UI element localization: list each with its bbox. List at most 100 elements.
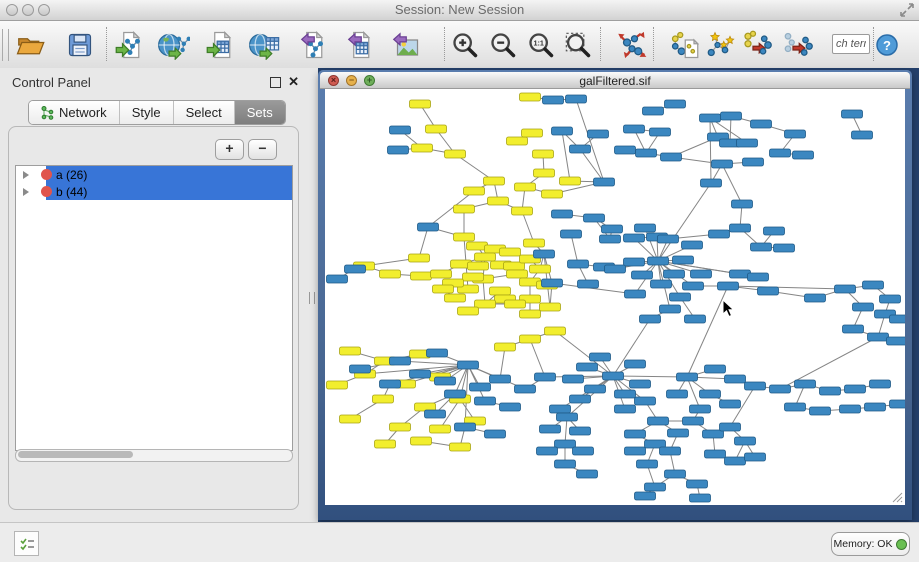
network-node[interactable] xyxy=(463,273,484,281)
network-node[interactable] xyxy=(533,150,554,158)
network-node[interactable] xyxy=(543,96,564,104)
network-node[interactable] xyxy=(445,294,466,302)
network-node[interactable] xyxy=(411,272,432,280)
network-node[interactable] xyxy=(542,190,563,198)
network-edge[interactable] xyxy=(500,347,505,379)
tab-sets[interactable]: Sets xyxy=(234,101,285,124)
network-node[interactable] xyxy=(552,127,573,135)
network-node[interactable] xyxy=(670,293,691,301)
network-node[interactable] xyxy=(660,305,681,313)
network-edge[interactable] xyxy=(522,211,534,243)
import-table-file-button[interactable] xyxy=(203,27,239,63)
network-node[interactable] xyxy=(751,243,772,251)
network-node[interactable] xyxy=(535,373,556,381)
export-image-button[interactable] xyxy=(387,27,423,63)
network-node[interactable] xyxy=(748,273,769,281)
network-graph[interactable] xyxy=(325,89,905,505)
network-node[interactable] xyxy=(570,427,591,435)
network-node[interactable] xyxy=(534,169,555,177)
network-edge[interactable] xyxy=(613,376,687,377)
network-node[interactable] xyxy=(573,447,594,455)
network-node[interactable] xyxy=(603,372,624,380)
new-network-from-selection-button[interactable] xyxy=(666,27,702,63)
network-node[interactable] xyxy=(635,224,656,232)
network-node[interactable] xyxy=(520,310,541,318)
network-edge[interactable] xyxy=(571,234,578,264)
add-set-button[interactable]: + xyxy=(215,139,244,160)
network-node[interactable] xyxy=(625,290,646,298)
network-node[interactable] xyxy=(475,397,496,405)
network-node[interactable] xyxy=(577,470,598,478)
network-node[interactable] xyxy=(690,405,711,413)
network-node[interactable] xyxy=(853,303,874,311)
network-node[interactable] xyxy=(624,258,645,266)
network-node[interactable] xyxy=(624,234,645,242)
network-node[interactable] xyxy=(409,254,430,262)
network-node[interactable] xyxy=(668,429,689,437)
network-node[interactable] xyxy=(625,360,646,368)
import-table-url-button[interactable] xyxy=(247,27,283,63)
network-node[interactable] xyxy=(470,383,491,391)
zoom-out-button[interactable] xyxy=(485,27,521,63)
apply-layout-button[interactable] xyxy=(614,27,650,63)
network-node[interactable] xyxy=(658,235,679,243)
network-node[interactable] xyxy=(661,153,682,161)
frame-resize-grip[interactable] xyxy=(891,491,903,503)
network-node[interactable] xyxy=(340,415,361,423)
network-node[interactable] xyxy=(865,403,886,411)
network-node[interactable] xyxy=(555,440,576,448)
network-node[interactable] xyxy=(640,315,661,323)
network-node[interactable] xyxy=(673,256,694,264)
network-node[interactable] xyxy=(537,447,558,455)
network-node[interactable] xyxy=(570,395,591,403)
network-node[interactable] xyxy=(665,100,686,108)
network-node[interactable] xyxy=(433,285,454,293)
network-node[interactable] xyxy=(507,270,528,278)
memory-status-button[interactable]: Memory: OK xyxy=(831,532,910,556)
network-node[interactable] xyxy=(425,410,446,418)
network-node[interactable] xyxy=(345,265,366,273)
network-node[interactable] xyxy=(435,377,456,385)
network-node[interactable] xyxy=(594,178,615,186)
network-node[interactable] xyxy=(843,325,864,333)
network-node[interactable] xyxy=(588,130,609,138)
network-node[interactable] xyxy=(327,381,348,389)
network-edge[interactable] xyxy=(576,99,604,182)
network-node[interactable] xyxy=(648,257,669,265)
network-node[interactable] xyxy=(690,494,711,502)
network-node[interactable] xyxy=(664,270,685,278)
network-node[interactable] xyxy=(411,437,432,445)
network-node[interactable] xyxy=(677,373,698,381)
network-node[interactable] xyxy=(520,93,541,101)
network-node[interactable] xyxy=(770,149,791,157)
network-node[interactable] xyxy=(418,223,439,231)
network-node[interactable] xyxy=(555,460,576,468)
network-node[interactable] xyxy=(550,405,571,413)
network-node[interactable] xyxy=(464,187,485,195)
network-node[interactable] xyxy=(454,205,475,213)
network-node[interactable] xyxy=(520,335,541,343)
network-node[interactable] xyxy=(507,137,528,145)
network-node[interactable] xyxy=(534,250,555,258)
network-edge[interactable] xyxy=(580,149,604,182)
network-node[interactable] xyxy=(426,125,447,133)
network-edge[interactable] xyxy=(722,164,742,204)
network-node[interactable] xyxy=(720,400,741,408)
network-node[interactable] xyxy=(758,287,779,295)
network-node[interactable] xyxy=(751,120,772,128)
network-node[interactable] xyxy=(705,365,726,373)
network-node[interactable] xyxy=(712,160,733,168)
save-session-button[interactable] xyxy=(62,27,98,63)
network-node[interactable] xyxy=(725,375,746,383)
tab-network[interactable]: Network xyxy=(29,101,119,124)
network-node[interactable] xyxy=(431,270,452,278)
network-node[interactable] xyxy=(615,405,636,413)
network-node[interactable] xyxy=(542,279,563,287)
network-node[interactable] xyxy=(373,395,394,403)
network-node[interactable] xyxy=(557,413,578,421)
panel-divider[interactable] xyxy=(305,68,318,522)
network-node[interactable] xyxy=(632,271,653,279)
network-edge[interactable] xyxy=(419,227,428,258)
network-node[interactable] xyxy=(600,235,621,243)
select-nodes-button[interactable] xyxy=(702,27,738,63)
